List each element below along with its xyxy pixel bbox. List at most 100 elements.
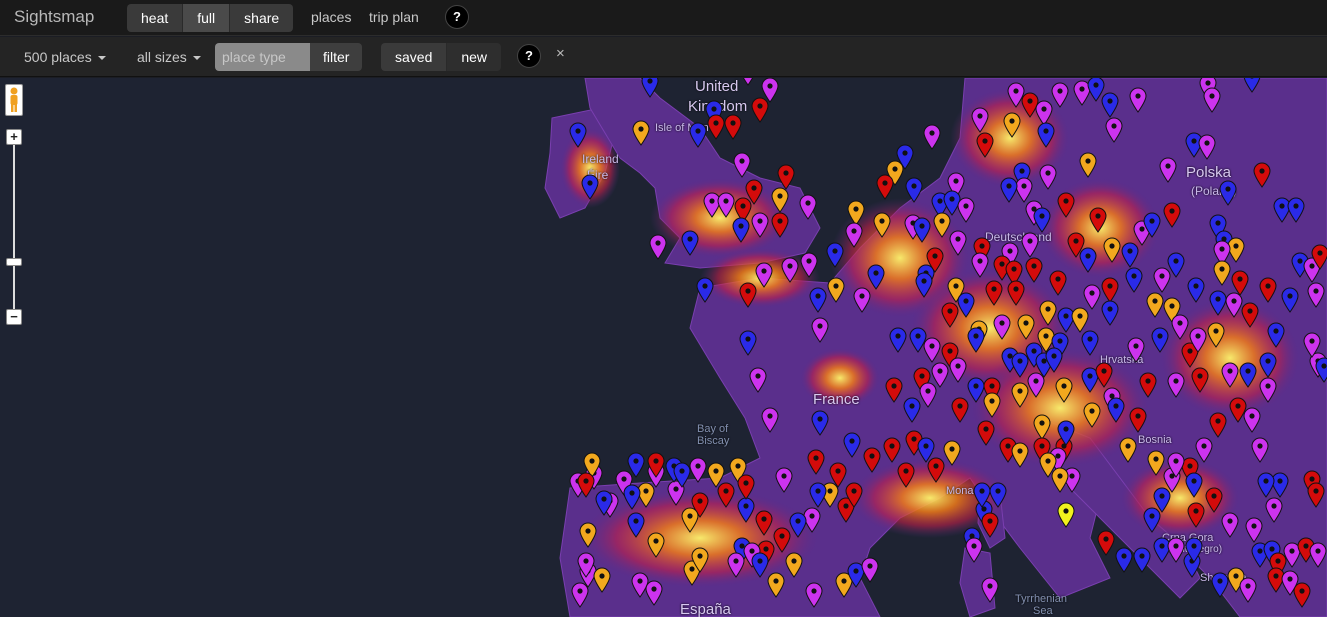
place-marker[interactable] (739, 282, 757, 308)
place-marker[interactable] (897, 462, 915, 488)
place-marker[interactable] (1163, 202, 1181, 228)
place-marker[interactable] (623, 484, 641, 510)
place-marker[interactable] (811, 317, 829, 343)
place-marker[interactable] (915, 272, 933, 298)
place-marker[interactable] (627, 452, 645, 478)
place-marker[interactable] (1081, 330, 1099, 356)
place-marker[interactable] (579, 522, 597, 548)
place-marker[interactable] (1191, 367, 1209, 393)
place-marker[interactable] (985, 280, 1003, 306)
place-marker[interactable] (1253, 162, 1271, 188)
place-marker[interactable] (1153, 267, 1171, 293)
place-marker[interactable] (1281, 287, 1299, 313)
place-marker[interactable] (1021, 232, 1039, 258)
place-marker[interactable] (1267, 322, 1285, 348)
place-marker[interactable] (919, 382, 937, 408)
place-marker[interactable] (1245, 517, 1263, 543)
place-marker[interactable] (739, 78, 757, 86)
place-marker[interactable] (967, 327, 985, 353)
place-marker[interactable] (943, 440, 961, 466)
place-marker[interactable] (1241, 302, 1259, 328)
place-marker[interactable] (1101, 300, 1119, 326)
place-marker[interactable] (1259, 352, 1277, 378)
filter-help-button[interactable]: ? (517, 44, 541, 68)
place-marker[interactable] (755, 510, 773, 536)
place-marker[interactable] (1281, 570, 1299, 596)
place-marker[interactable] (1143, 212, 1161, 238)
place-marker[interactable] (909, 327, 927, 353)
place-marker[interactable] (749, 367, 767, 393)
place-marker[interactable] (957, 197, 975, 223)
place-marker[interactable] (707, 462, 725, 488)
place-marker[interactable] (1257, 472, 1275, 498)
place-marker[interactable] (649, 234, 667, 260)
place-marker[interactable] (691, 547, 709, 573)
place-marker[interactable] (1045, 347, 1063, 373)
place-marker[interactable] (647, 452, 665, 478)
place-marker[interactable] (785, 552, 803, 578)
place-marker[interactable] (926, 247, 944, 273)
place-marker[interactable] (1203, 87, 1221, 113)
place-marker[interactable] (1039, 164, 1057, 190)
place-marker[interactable] (1133, 547, 1151, 573)
place-marker[interactable] (983, 392, 1001, 418)
zoom-slider-thumb[interactable] (6, 258, 22, 266)
place-marker[interactable] (923, 124, 941, 150)
place-marker[interactable] (1105, 117, 1123, 143)
place-marker[interactable] (775, 467, 793, 493)
new-button[interactable]: new (447, 43, 502, 71)
place-marker[interactable] (1101, 92, 1119, 118)
place-marker[interactable] (1189, 327, 1207, 353)
place-marker[interactable] (1221, 362, 1239, 388)
place-marker[interactable] (863, 447, 881, 473)
place-marker[interactable] (989, 482, 1007, 508)
place-marker[interactable] (1309, 542, 1327, 568)
place-marker[interactable] (1051, 82, 1069, 108)
place-marker[interactable] (681, 507, 699, 533)
place-marker[interactable] (1129, 407, 1147, 433)
zoom-in-button[interactable]: + (6, 129, 22, 145)
place-marker[interactable] (1307, 282, 1325, 308)
place-marker[interactable] (577, 552, 595, 578)
heat-button[interactable]: heat (127, 4, 184, 32)
place-marker[interactable] (1307, 482, 1325, 508)
place-marker[interactable] (1287, 197, 1305, 223)
place-marker[interactable] (965, 537, 983, 563)
place-marker[interactable] (733, 152, 751, 178)
place-marker[interactable] (1083, 402, 1101, 428)
place-marker[interactable] (755, 262, 773, 288)
place-marker[interactable] (739, 330, 757, 356)
place-marker[interactable] (1097, 530, 1115, 556)
place-marker[interactable] (781, 257, 799, 283)
place-marker[interactable] (1037, 122, 1055, 148)
place-marker[interactable] (1239, 577, 1257, 603)
place-marker[interactable] (1221, 512, 1239, 538)
place-marker[interactable] (1195, 437, 1213, 463)
place-marker[interactable] (1129, 87, 1147, 113)
place-marker[interactable] (1243, 407, 1261, 433)
place-marker[interactable] (1003, 112, 1021, 138)
place-marker[interactable] (993, 314, 1011, 340)
place-marker[interactable] (577, 472, 595, 498)
place-marker[interactable] (977, 420, 995, 446)
place-marker[interactable] (1167, 372, 1185, 398)
place-marker[interactable] (1017, 314, 1035, 340)
place-marker[interactable] (1039, 300, 1057, 326)
place-marker[interactable] (809, 287, 827, 313)
place-marker[interactable] (771, 187, 789, 213)
place-marker[interactable] (1146, 292, 1164, 318)
place-marker[interactable] (632, 120, 650, 146)
place-marker[interactable] (957, 292, 975, 318)
full-button[interactable]: full (183, 4, 231, 32)
place-marker[interactable] (981, 512, 999, 538)
place-marker[interactable] (1171, 314, 1189, 340)
place-marker[interactable] (1303, 332, 1321, 358)
place-marker[interactable] (645, 580, 663, 606)
place-marker[interactable] (696, 277, 714, 303)
saved-button[interactable]: saved (381, 43, 448, 71)
place-marker[interactable] (861, 557, 879, 583)
help-button[interactable]: ? (445, 5, 469, 29)
place-marker[interactable] (1187, 502, 1205, 528)
place-marker[interactable] (707, 114, 725, 140)
place-marker[interactable] (826, 242, 844, 268)
